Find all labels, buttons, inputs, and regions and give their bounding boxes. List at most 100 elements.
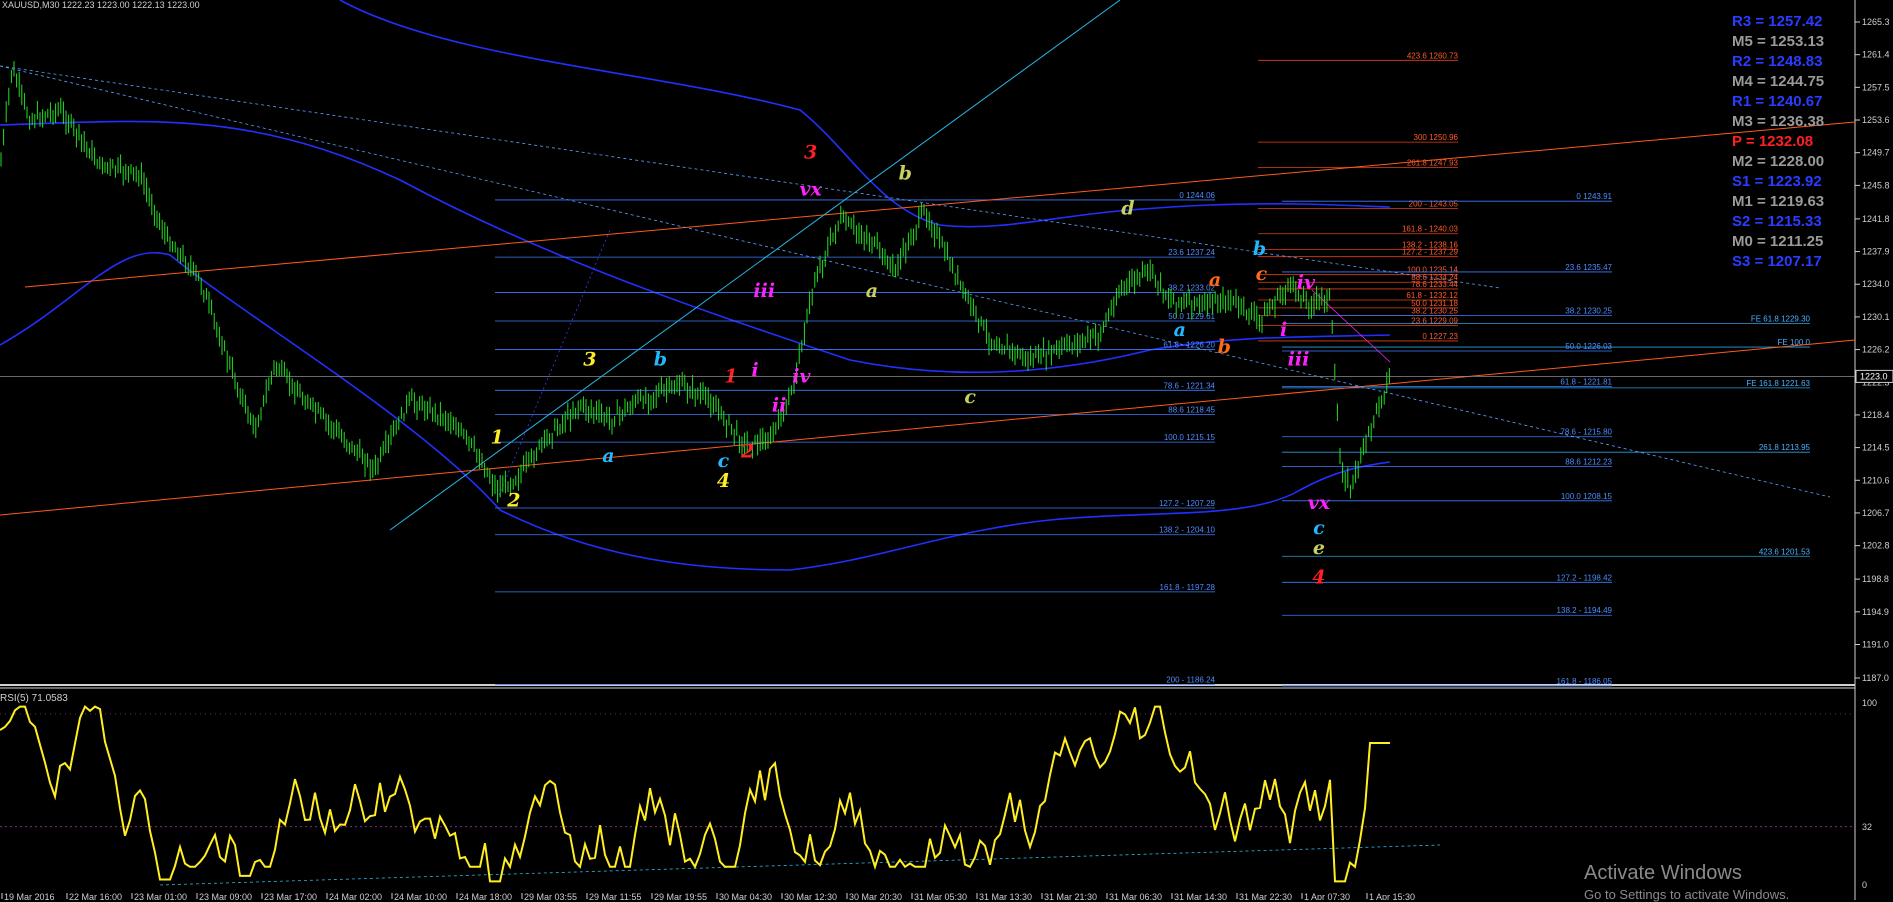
fib-red-label: 423.6 1260.73 — [1407, 51, 1459, 60]
time-tick-label: 31 Mar 21:30 — [1044, 892, 1097, 900]
price-tick-label: 1198.8 — [1862, 574, 1889, 584]
time-tick-label: 22 Mar 16:00 — [69, 892, 122, 900]
time-tick-label: 31 Mar 14:30 — [1174, 892, 1227, 900]
fibonacci-levels: 0 1244.0623.6 1237.2438.2 1233.0250.0 12… — [495, 51, 1811, 687]
price-tick-label: 1230.1 — [1862, 312, 1890, 322]
price-tick-label: 1261.4 — [1862, 50, 1890, 60]
fib-red-label: 78.6 1233.44 — [1411, 280, 1458, 289]
fib-right-label: 0 1243.91 — [1576, 192, 1612, 201]
chart-axes — [0, 0, 1856, 900]
price-tick-label: 1214.5 — [1862, 443, 1890, 453]
wave-label: c — [718, 450, 730, 472]
time-tick-label: 30 Mar 20:30 — [849, 892, 902, 900]
price-tick-label: 1187.0 — [1862, 673, 1889, 683]
activate-windows-watermark: Activate Windows — [1584, 862, 1742, 884]
fib-red-label: 38.2 1230.25 — [1411, 307, 1458, 316]
fib-left-label: 138.2 - 1204.10 — [1159, 526, 1216, 535]
wave-label: b — [654, 348, 667, 370]
pivot-level: R1 = 1240.67 — [1732, 93, 1823, 110]
rsi-axis-label: 32 — [1862, 822, 1872, 832]
price-tick-label: 1210.6 — [1862, 475, 1890, 485]
fib-left-label: 88.6 1218.45 — [1168, 406, 1215, 415]
fib-red-label: 23.6 1229.09 — [1411, 316, 1458, 325]
trendline-cyan — [389, 0, 1121, 531]
fib-left-label: 161.8 - 1197.28 — [1160, 583, 1216, 592]
wave-label: iii — [753, 280, 775, 302]
time-tick-label: 19 Mar 2016 — [4, 892, 55, 900]
pivot-level: M4 = 1244.75 — [1732, 73, 1825, 90]
time-tick-label: 23 Mar 09:00 — [199, 892, 252, 900]
price-tick-label: 1245.8 — [1862, 180, 1890, 190]
pivot-level: S1 = 1223.92 — [1732, 173, 1822, 190]
fib-left-label: 127.2 - 1207.29 — [1159, 499, 1216, 508]
window-title: XAUUSD,M30 1222.23 1223.00 1222.13 1223.… — [2, 0, 200, 10]
fib-left-label: 23.6 1237.24 — [1168, 248, 1215, 257]
time-tick-label: 24 Mar 10:00 — [394, 892, 447, 900]
price-tick-label: 1253.6 — [1862, 115, 1890, 125]
rsi-trendline — [159, 844, 1441, 886]
wave-label: e — [1313, 537, 1325, 559]
fib-left-label: 200 - 1186.24 — [1166, 675, 1215, 684]
time-tick-label: 31 Mar 22:30 — [1239, 892, 1292, 900]
time-tick-label: 31 Mar 05:30 — [914, 892, 967, 900]
wave-label: c — [1256, 263, 1268, 285]
price-tick-label: 1237.9 — [1862, 247, 1890, 257]
rsi-axis-label: 100 — [1862, 698, 1877, 708]
price-tick-label: 1257.5 — [1862, 82, 1890, 92]
wave-label: i — [751, 359, 758, 381]
wave-label: a — [602, 445, 614, 467]
wave-label: b — [1253, 238, 1266, 260]
time-tick-label: 24 Mar 18:00 — [459, 892, 512, 900]
price-tick-label: 1191.0 — [1862, 639, 1889, 649]
time-tick-label: 29 Mar 19:55 — [654, 892, 707, 900]
fib-red-label: 0 1227.23 — [1422, 332, 1458, 341]
time-tick-label: 24 Mar 02:00 — [329, 892, 382, 900]
pivot-level: M2 = 1228.00 — [1732, 153, 1825, 170]
wave-label: b — [899, 163, 912, 185]
time-axis: 19 Mar 2016 22 Mar 16:00 23 Mar 01:00 23 Ma… — [1, 892, 1415, 900]
fib-ext-label: FE 161.8 1221.63 — [1746, 379, 1810, 388]
fib-right-label: 78.6 - 1215.80 — [1560, 428, 1612, 437]
time-tick-label: 1 Apr 07:30 — [1304, 892, 1350, 900]
wave-label: a — [1174, 319, 1186, 341]
pivot-level: S3 = 1207.17 — [1732, 253, 1822, 270]
price-tick-label: 1241.8 — [1862, 214, 1890, 224]
pivot-level: M0 = 1211.25 — [1732, 233, 1824, 250]
pivot-level: R2 = 1248.83 — [1732, 53, 1823, 70]
price-tick-label: 1206.7 — [1862, 508, 1890, 518]
wave-label: ii — [772, 395, 786, 417]
wave-label: 1 — [491, 426, 504, 448]
trendline-dotted-upper — [0, 65, 1501, 289]
wave-label: 2 — [506, 489, 520, 511]
time-tick-label: 29 Mar 11:55 — [589, 892, 641, 900]
price-tick-label: 1234.0 — [1862, 279, 1890, 289]
rsi-title: RSI(5) 71.0583 — [0, 693, 68, 704]
fib-left-label: 0 1244.06 — [1179, 191, 1215, 200]
fib-ext-label: 423.6 1201.53 — [1759, 547, 1811, 556]
wave-label: 4 — [1312, 566, 1325, 588]
fib-right-label: 88.6 1212.23 — [1565, 458, 1612, 467]
wave-label: 2 — [740, 441, 754, 463]
fib-right-label: 100.0 1208.15 — [1561, 492, 1613, 501]
wave-label: 3 — [583, 348, 596, 370]
fib-left-label: 78.6 - 1221.34 — [1163, 381, 1215, 390]
pivot-level: M5 = 1253.13 — [1732, 33, 1825, 50]
fib-red-label: 161.8 - 1240.03 — [1402, 225, 1459, 234]
time-tick-label: 23 Mar 01:00 — [134, 892, 187, 900]
price-chart[interactable]: 0 1244.0623.6 1237.2438.2 1233.0250.0 12… — [0, 0, 1893, 900]
pivot-level: M1 = 1219.63 — [1732, 193, 1825, 210]
fib-right-label: 127.2 - 1198.42 — [1557, 573, 1613, 582]
wave-label: b — [1218, 336, 1231, 358]
time-tick-label: 30 Mar 04:30 — [719, 892, 772, 900]
time-tick-label: 1 Apr 15:30 — [1369, 892, 1415, 900]
rsi-line — [0, 704, 1390, 883]
price-tick-label: 1202.8 — [1862, 541, 1890, 551]
ma-line-slow — [339, 0, 1391, 228]
wave-label: c — [964, 386, 976, 408]
wave-label: iii — [1288, 348, 1310, 370]
fib-left-label: 100.0 1215.15 — [1164, 433, 1216, 442]
fib-right-label: 50.0 1226.03 — [1565, 342, 1612, 351]
pivot-level: S2 = 1215.33 — [1732, 213, 1822, 230]
trendline-dotted-lower — [0, 65, 1831, 498]
wave-label: vx — [1308, 492, 1331, 514]
